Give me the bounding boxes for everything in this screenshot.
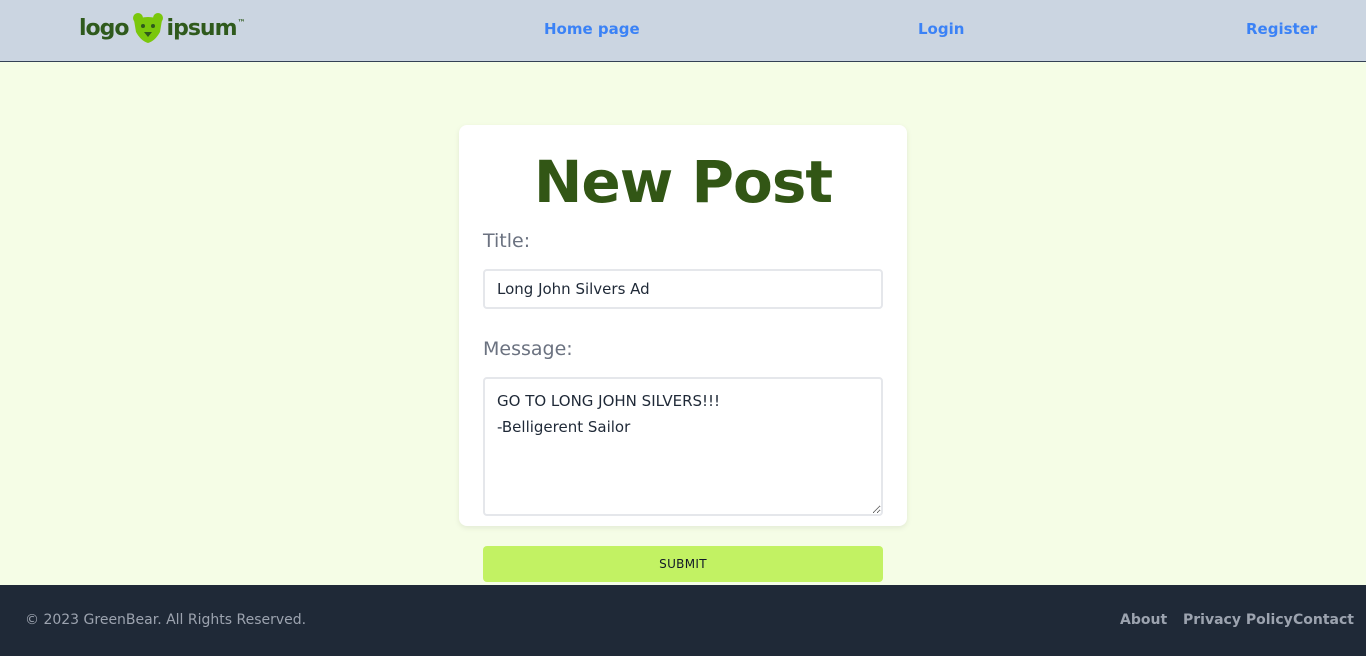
site-logo[interactable]: logo ipsum ™ [79,12,246,44]
site-footer: © 2023 GreenBear. All Rights Reserved. A… [0,585,1366,656]
page-title: New Post [533,148,833,216]
submit-button[interactable]: SUBMIT [483,546,883,582]
nav-login-link[interactable]: Login [918,20,964,38]
message-textarea[interactable]: GO TO LONG JOHN SILVERS!!! -Belligerent … [483,377,883,516]
nav-register-link[interactable]: Register [1246,20,1317,38]
title-label: Title: [483,230,531,252]
title-input[interactable] [483,269,883,309]
copyright-text: © 2023 GreenBear. All Rights Reserved. [25,612,307,628]
footer-about-link[interactable]: About [1120,612,1167,628]
logo-text-left: logo [79,15,130,41]
trademark-mark: ™ [237,17,246,27]
footer-privacy-link[interactable]: Privacy Policy [1183,612,1293,628]
logo-text-right: ipsum [166,15,238,41]
footer-contact-link[interactable]: Contact [1293,612,1354,628]
bear-icon [131,12,165,44]
message-label: Message: [483,338,573,360]
nav-home-link[interactable]: Home page [544,20,640,38]
site-header: logo ipsum ™ Home page Login Register [0,0,1366,62]
